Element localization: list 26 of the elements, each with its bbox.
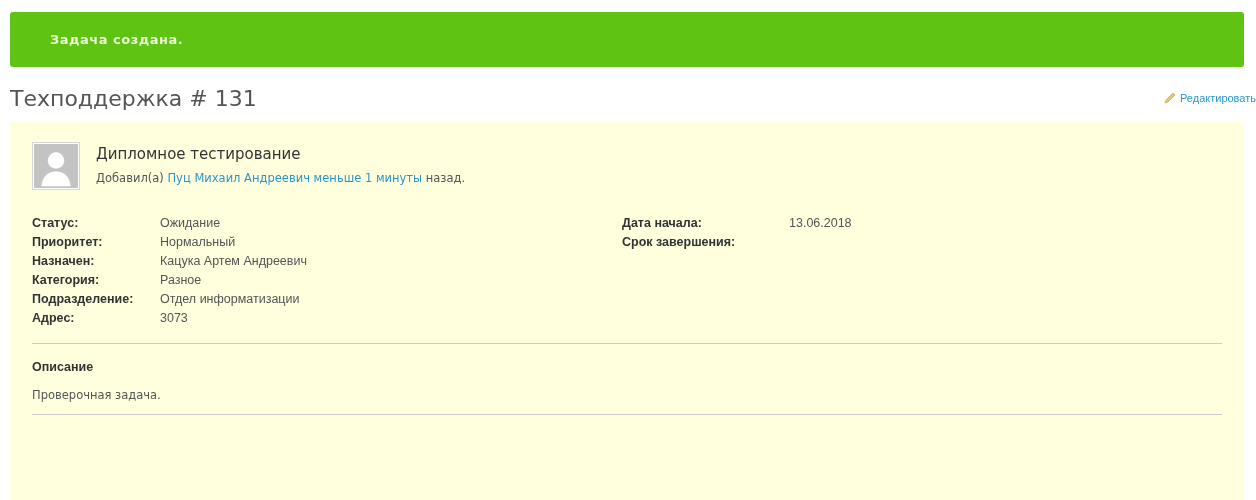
field-label: Категория: [32,273,101,287]
pencil-icon [1164,92,1176,104]
field-value: Кацука Артем Андреевич [160,254,308,268]
field-value: Ожидание [160,216,222,230]
field-value: Нормальный [160,235,237,249]
field-label: Дата начала: [622,216,703,230]
author-line: Добавил(а) Пуц Михаил Андреевич меньше 1 минуты назад. [96,171,466,185]
section-heading: Описание [32,360,95,374]
field-label: Приоритет: [32,235,104,249]
field-label: Срок завершения: [622,235,737,249]
field-label: Назначен: [32,254,96,268]
page-title: Техподдержка # 131 [10,85,257,111]
field-value: Отдел информатизации [160,292,301,306]
author-link[interactable]: Пуц Михаил Андреевич [167,171,310,185]
field-value: 13.06.2018 [789,216,853,230]
success-banner: Задача создана. [10,12,1244,67]
time-link[interactable]: меньше 1 минуты [313,171,423,185]
field-label: Статус: [32,216,80,230]
description-text: Проверочная задача. [32,388,162,402]
field-label: Подразделение: [32,292,135,306]
avatar-icon [32,142,80,190]
field-value: Разное [160,273,203,287]
field-label: Адрес: [32,311,76,325]
issue-subject: Дипломное тестирование [96,145,302,163]
field-value: 3073 [160,311,189,325]
edit-link[interactable]: Редактировать [1164,92,1256,104]
